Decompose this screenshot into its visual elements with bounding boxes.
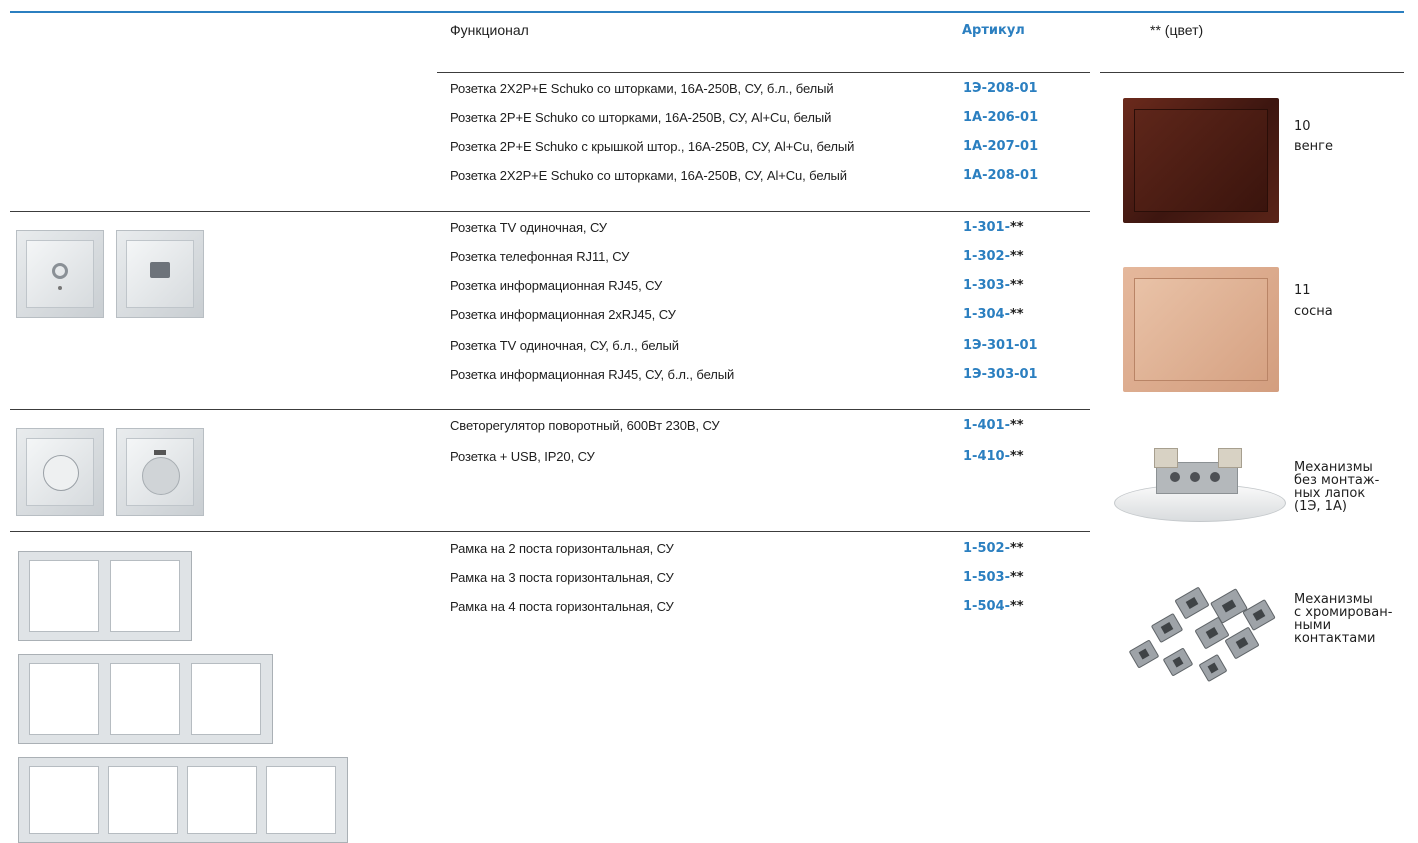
- group-separator: [10, 409, 1090, 410]
- product-name: Розетка информационная RJ45, СУ, б.л., б…: [450, 367, 735, 382]
- product-article: 1Э-301-01: [963, 338, 1038, 353]
- top-rule: [10, 11, 1404, 13]
- product-name: Розетка информационная 2хRJ45, СУ: [450, 307, 676, 322]
- frame-3-post-image: [18, 654, 273, 744]
- product-article: 1А-208-01: [963, 168, 1039, 183]
- mechanism-no-mounting-lugs-image: [1114, 448, 1286, 528]
- product-name: Рамка на 2 поста горизонтальная, СУ: [450, 541, 674, 556]
- product-article: 1А-207-01: [963, 139, 1039, 154]
- product-article: 1-304-**: [963, 307, 1024, 322]
- product-article: 1-502-**: [963, 541, 1024, 556]
- tv-socket-image: [16, 230, 104, 318]
- color-code: 10: [1294, 119, 1311, 134]
- product-name: Розетка 2P+E Schuko со шторками, 16А-250…: [450, 110, 832, 125]
- product-name: Розетка информационная RJ45, СУ: [450, 278, 663, 293]
- product-article: 1-504-**: [963, 599, 1024, 614]
- product-name: Розетка 2Х2Р+Е Schuko со шторками, 16А-2…: [450, 81, 834, 96]
- mechanism-caption: Механизмы с хромирован- ными контактами: [1294, 592, 1393, 646]
- mechanism-caption: Механизмы без монтаж- ных лапок (1Э, 1А): [1294, 460, 1380, 514]
- data-socket-image: [116, 230, 204, 318]
- header-functional: Функционал: [450, 22, 529, 38]
- product-name: Светорегулятор поворотный, 600Вт 230В, С…: [450, 418, 720, 433]
- group-separator: [10, 211, 1090, 212]
- color-swatch-wenge: [1123, 98, 1279, 223]
- product-article: 1-503-**: [963, 570, 1024, 585]
- product-article: 1Э-303-01: [963, 367, 1038, 382]
- product-name: Рамка на 4 поста горизонтальная, СУ: [450, 599, 674, 614]
- product-name: Розетка + USB, IP20, СУ: [450, 449, 595, 464]
- product-name: Розетка TV одиночная, СУ: [450, 220, 607, 235]
- frame-4-post-image: [18, 757, 348, 843]
- product-name: Рамка на 3 поста горизонтальная, СУ: [450, 570, 674, 585]
- group-separator: [10, 531, 1090, 532]
- frame-2-post-image: [18, 551, 192, 641]
- color-swatch-pine: [1123, 267, 1279, 392]
- mechanism-chrome-contacts-image: [1118, 582, 1290, 692]
- product-article: 1-410-**: [963, 449, 1024, 464]
- product-article: 1Э-208-01: [963, 81, 1038, 96]
- color-separator: [1100, 72, 1404, 73]
- product-name: Розетка 2P+E Schuko с крышкой штор., 16А…: [450, 139, 855, 154]
- color-code: 11: [1294, 283, 1311, 298]
- product-name: Розетка TV одиночная, СУ, б.л., белый: [450, 338, 679, 353]
- dimmer-image: [16, 428, 104, 516]
- color-name: венге: [1294, 139, 1333, 154]
- usb-socket-image: [116, 428, 204, 516]
- product-article: 1-303-**: [963, 278, 1024, 293]
- group-separator: [437, 72, 1090, 73]
- product-article: 1А-206-01: [963, 110, 1039, 125]
- product-name: Розетка 2Х2Р+Е Schuko со шторками, 16А-2…: [450, 168, 847, 183]
- product-article: 1-301-**: [963, 220, 1024, 235]
- product-name: Розетка телефонная RJ11, СУ: [450, 249, 630, 264]
- color-name: сосна: [1294, 304, 1333, 319]
- header-color: ** (цвет): [1150, 22, 1204, 38]
- product-article: 1-302-**: [963, 249, 1024, 264]
- product-article: 1-401-**: [963, 418, 1024, 433]
- header-article: Артикул: [962, 23, 1025, 38]
